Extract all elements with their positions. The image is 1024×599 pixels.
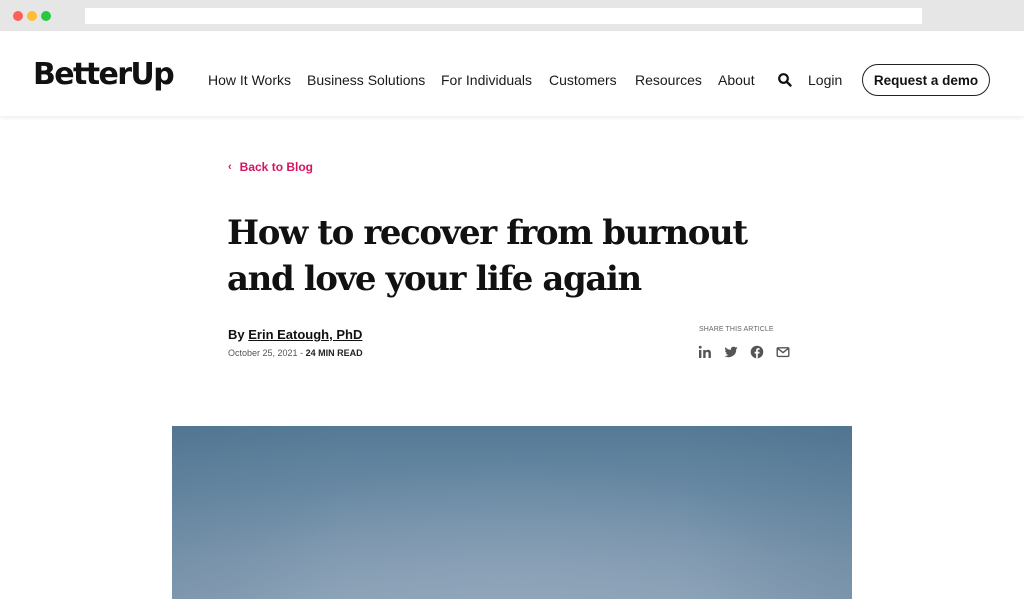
hero-image-sky <box>172 426 852 599</box>
address-bar[interactable] <box>85 8 922 24</box>
nav-resources[interactable]: Resources <box>635 71 702 89</box>
email-icon[interactable] <box>776 345 790 359</box>
article-title: How to recover from burnout and love you… <box>227 213 748 299</box>
linkedin-icon[interactable] <box>698 345 712 359</box>
author-link[interactable]: Erin Eatough, PhD <box>248 327 362 342</box>
back-to-blog-link[interactable]: ‹ Back to Blog <box>228 160 313 174</box>
back-to-blog-label: Back to Blog <box>239 160 314 174</box>
search-icon[interactable] <box>777 72 793 88</box>
site-header: BetterUp How It Works Business Solutions… <box>0 31 1024 116</box>
share-label: SHARE THIS ARTICLE <box>699 326 774 333</box>
nav-for-individuals[interactable]: For Individuals <box>441 71 532 89</box>
read-time: 24 MIN READ <box>305 348 363 358</box>
chevron-left-icon: ‹ <box>228 161 232 173</box>
window-minimize-button[interactable] <box>27 11 37 21</box>
nav-how-it-works[interactable]: How It Works <box>208 71 291 89</box>
window-close-button[interactable] <box>13 11 23 21</box>
article-meta: October 25, 2021 - 24 MIN READ <box>228 348 363 358</box>
nav-about[interactable]: About <box>718 71 755 89</box>
publish-date: October 25, 2021 <box>228 348 298 358</box>
betterup-logo[interactable]: BetterUp <box>33 60 175 90</box>
facebook-icon[interactable] <box>750 345 764 359</box>
browser-chrome <box>0 0 1024 31</box>
request-demo-button[interactable]: Request a demo <box>862 64 990 96</box>
twitter-icon[interactable] <box>724 345 738 359</box>
login-link[interactable]: Login <box>808 71 842 89</box>
meta-separator: - <box>297 348 306 358</box>
nav-customers[interactable]: Customers <box>549 71 617 89</box>
share-icons <box>698 345 790 359</box>
nav-business-solutions[interactable]: Business Solutions <box>307 71 425 89</box>
byline: By Erin Eatough, PhD <box>228 327 362 342</box>
byline-prefix: By <box>228 327 249 342</box>
window-maximize-button[interactable] <box>41 11 51 21</box>
